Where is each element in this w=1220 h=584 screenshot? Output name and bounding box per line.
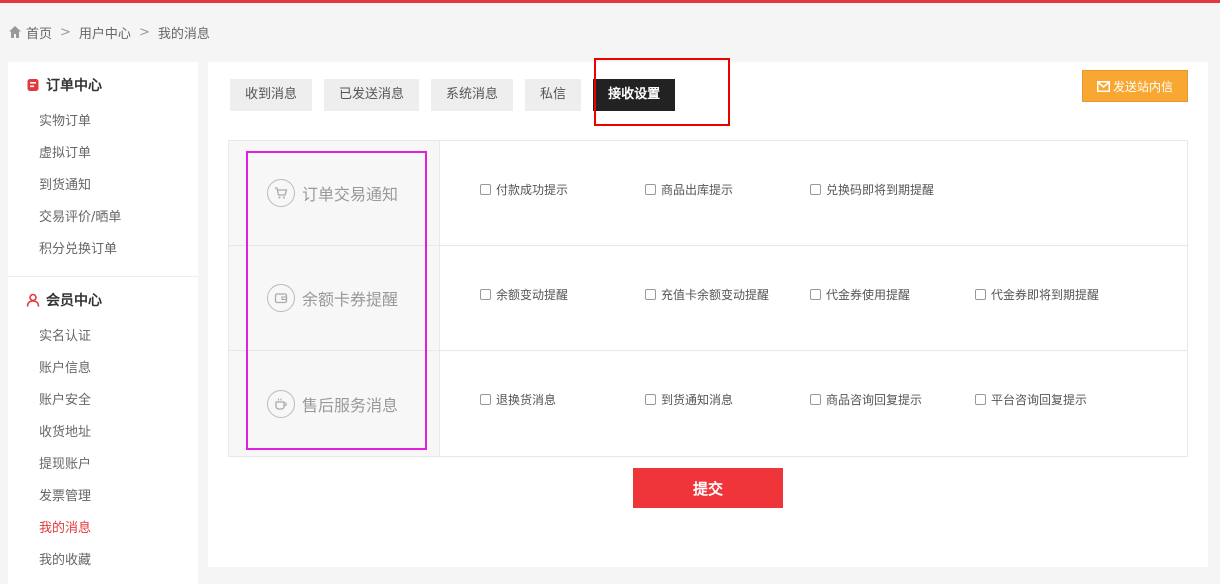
coffee-cup-icon <box>267 389 295 418</box>
settings-category: 订单交易通知 <box>229 141 440 245</box>
checkbox-card-balance-change[interactable]: 充值卡余额变动提醒 <box>645 286 769 303</box>
sidebar-section-member-center: 会员中心 <box>26 289 102 311</box>
home-icon <box>9 26 21 38</box>
settings-options: 余额变动提醒 充值卡余额变动提醒 代金券使用提醒 代金券即将到期提醒 <box>440 246 1187 350</box>
top-accent-bar <box>0 0 1220 3</box>
checkbox-label: 充值卡余额变动提醒 <box>661 288 770 302</box>
checkbox-label: 商品出库提示 <box>661 183 734 197</box>
tab-system[interactable]: 系统消息 <box>431 79 514 111</box>
sidebar-item-real-name[interactable]: 实名认证 <box>39 327 91 359</box>
sidebar-item-shipping-address[interactable]: 收货地址 <box>39 423 91 455</box>
envelope-icon <box>1096 80 1110 92</box>
main-panel: 收到消息 已发送消息 系统消息 私信 接收设置 发送站内信 订单交易通知 付款成… <box>208 58 1208 567</box>
wallet-icon <box>267 284 295 312</box>
breadcrumb-separator: > <box>138 24 150 40</box>
checkbox-arrival-message[interactable]: 到货通知消息 <box>645 391 733 408</box>
checkbox-label: 代金券即将到期提醒 <box>991 288 1100 302</box>
sidebar-item-virtual-orders[interactable]: 虚拟订单 <box>39 144 121 176</box>
breadcrumb-current: 我的消息 <box>157 26 210 42</box>
tab-received[interactable]: 收到消息 <box>230 79 313 111</box>
sidebar-item-invoice[interactable]: 发票管理 <box>39 487 91 519</box>
settings-options: 退换货消息 到货通知消息 商品咨询回复提示 平台咨询回复提示 <box>440 351 1187 456</box>
checkbox-product-shipped[interactable]: 商品出库提示 <box>645 181 733 198</box>
checkbox-box[interactable] <box>480 289 491 300</box>
checkbox-voucher-expiring[interactable]: 代金券即将到期提醒 <box>975 286 1099 303</box>
settings-row-after-sales: 售后服务消息 退换货消息 到货通知消息 商品咨询回复提示 平台咨询回复提示 <box>229 351 1187 456</box>
tab-private[interactable]: 私信 <box>525 79 582 111</box>
checkbox-label: 余额变动提醒 <box>496 288 569 302</box>
checkbox-label: 平台咨询回复提示 <box>991 393 1088 407</box>
settings-category-label: 余额卡券提醒 <box>302 290 399 309</box>
receive-settings-table: 订单交易通知 付款成功提示 商品出库提示 兑换码即将到期提醒 余额卡券提醒 余额… <box>228 140 1188 457</box>
checkbox-box[interactable] <box>975 394 986 405</box>
settings-options: 付款成功提示 商品出库提示 兑换码即将到期提醒 <box>440 141 1187 245</box>
checkbox-box[interactable] <box>810 289 821 300</box>
settings-category: 售后服务消息 <box>229 351 440 456</box>
sidebar-divider <box>8 276 198 277</box>
settings-category-label: 售后服务消息 <box>302 395 399 415</box>
checkbox-box[interactable] <box>645 289 656 300</box>
checkbox-label: 退换货消息 <box>496 393 557 407</box>
checkbox-label: 商品咨询回复提示 <box>826 393 923 407</box>
message-tabs: 收到消息 已发送消息 系统消息 私信 接收设置 <box>230 79 687 111</box>
checkbox-label: 到货通知消息 <box>661 393 734 407</box>
checkbox-box[interactable] <box>975 289 986 300</box>
sidebar-item-points-orders[interactable]: 积分兑换订单 <box>39 240 121 272</box>
checkbox-code-expiring[interactable]: 兑换码即将到期提醒 <box>810 181 934 198</box>
settings-row-order: 订单交易通知 付款成功提示 商品出库提示 兑换码即将到期提醒 <box>229 141 1187 246</box>
sidebar-item-withdraw-account[interactable]: 提现账户 <box>39 455 91 487</box>
breadcrumb-user-center[interactable]: 用户中心 <box>79 23 131 42</box>
tab-sent[interactable]: 已发送消息 <box>324 79 420 111</box>
sidebar-item-reviews[interactable]: 交易评价/晒单 <box>39 208 121 240</box>
checkbox-product-consult-reply[interactable]: 商品咨询回复提示 <box>810 391 922 408</box>
checkbox-box[interactable] <box>810 394 821 405</box>
submit-button[interactable]: 提交 <box>633 468 783 508</box>
order-icon <box>27 79 39 91</box>
sidebar: 订单中心 实物订单 虚拟订单 到货通知 交易评价/晒单 积分兑换订单 会员中心 … <box>8 62 198 584</box>
send-message-button[interactable]: 发送站内信 <box>1082 70 1188 102</box>
breadcrumb: 首页 > 用户中心 > 我的消息 <box>8 23 210 42</box>
checkbox-label: 兑换码即将到期提醒 <box>826 183 935 197</box>
sidebar-order-list: 实物订单 虚拟订单 到货通知 交易评价/晒单 积分兑换订单 <box>39 112 121 272</box>
checkbox-box[interactable] <box>480 394 491 405</box>
sidebar-section-title: 订单中心 <box>46 78 102 94</box>
settings-row-balance: 余额卡券提醒 余额变动提醒 充值卡余额变动提醒 代金券使用提醒 代金券即将到期提… <box>229 246 1187 351</box>
sidebar-item-physical-orders[interactable]: 实物订单 <box>39 112 121 144</box>
checkbox-voucher-used[interactable]: 代金券使用提醒 <box>810 286 910 303</box>
checkbox-platform-consult-reply[interactable]: 平台咨询回复提示 <box>975 391 1087 408</box>
user-icon <box>26 293 40 307</box>
sidebar-item-account-security[interactable]: 账户安全 <box>39 391 91 423</box>
checkbox-box[interactable] <box>480 184 491 195</box>
send-message-label: 发送站内信 <box>1112 79 1173 94</box>
checkbox-box[interactable] <box>645 394 656 405</box>
checkbox-payment-success[interactable]: 付款成功提示 <box>480 181 568 198</box>
sidebar-item-my-messages[interactable]: 我的消息 <box>39 519 91 551</box>
sidebar-section-title: 会员中心 <box>46 293 102 309</box>
sidebar-item-favorites[interactable]: 我的收藏 <box>39 551 91 583</box>
checkbox-box[interactable] <box>810 184 821 195</box>
sidebar-item-account-info[interactable]: 账户信息 <box>39 359 91 391</box>
sidebar-item-arrival-notice[interactable]: 到货通知 <box>39 176 121 208</box>
checkbox-label: 代金券使用提醒 <box>826 288 911 302</box>
checkbox-label: 付款成功提示 <box>496 183 569 197</box>
settings-category: 余额卡券提醒 <box>229 246 440 350</box>
settings-category-label: 订单交易通知 <box>302 185 399 204</box>
breadcrumb-separator: > <box>60 24 71 40</box>
checkbox-return-exchange[interactable]: 退换货消息 <box>480 391 556 408</box>
sidebar-section-order-center: 订单中心 <box>26 74 102 96</box>
breadcrumb-home[interactable]: 首页 <box>26 23 52 42</box>
checkbox-balance-change[interactable]: 余额变动提醒 <box>480 286 568 303</box>
sidebar-member-list: 实名认证 账户信息 账户安全 收货地址 提现账户 发票管理 我的消息 我的收藏 <box>39 327 91 583</box>
cart-icon <box>267 179 295 207</box>
checkbox-box[interactable] <box>645 184 656 195</box>
tab-receive-settings[interactable]: 接收设置 <box>593 79 676 111</box>
